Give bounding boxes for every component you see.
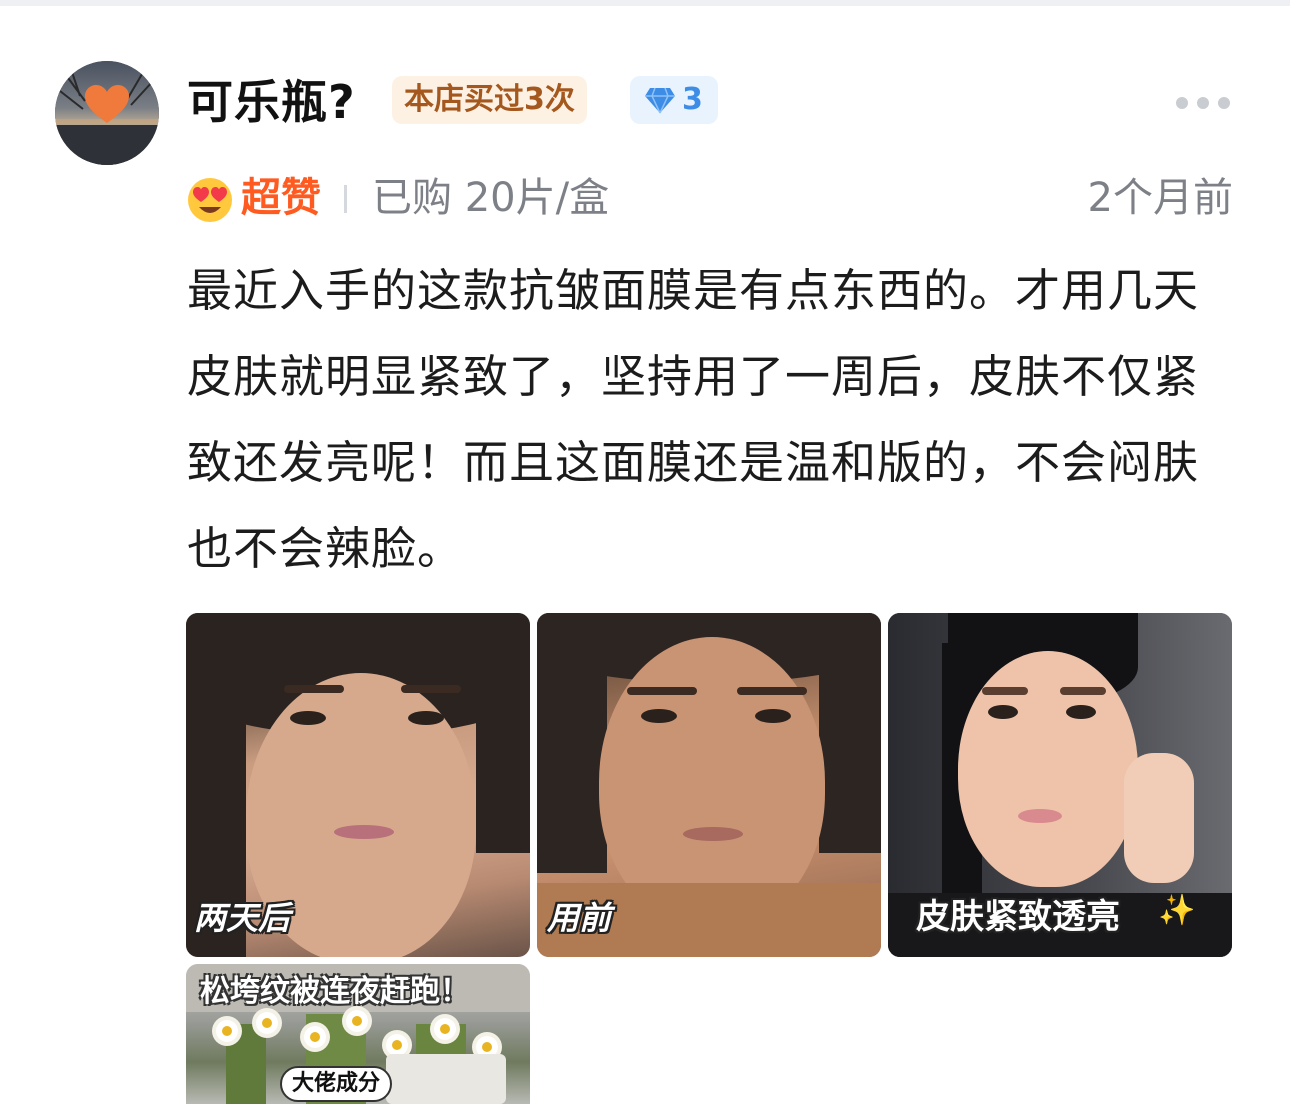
review-text: 最近入手的这款抗皱面膜是有点东西的。才用几天皮肤就明显紧致了，坚持用了一周后，皮… [187,264,1200,575]
photo-tag: 大佬成分 [280,1066,393,1102]
dot-icon [1197,97,1209,109]
top-divider [0,0,1290,6]
user-level-value: 3 [682,82,703,117]
sparkle-icon: ✨ [1158,893,1196,928]
photo-title: 松垮纹被连夜赶跑！ [200,974,470,1009]
rating-label: 超赞 [241,175,321,221]
dot-icon [1176,97,1188,109]
username[interactable]: 可乐瓶? [187,76,356,128]
more-options-button[interactable] [1176,95,1232,111]
review-time: 2个月前 [1087,175,1233,221]
photo-caption: 用前 [547,899,612,937]
review-photo[interactable]: 两天后 [186,613,530,957]
diamond-icon [645,87,675,114]
divider [344,185,347,213]
heart-eyes-emoji-icon [188,178,232,222]
dot-icon [1218,97,1230,109]
user-level-badge: 3 [630,76,718,124]
purchased-spec: 已购 20片/盒 [372,175,610,221]
photo-caption: 皮肤紧致透亮 [916,897,1120,937]
photo-caption: 两天后 [194,899,291,937]
heart-icon [85,85,129,123]
review-photo[interactable]: 松垮纹被连夜赶跑！ 大佬成分 [186,964,530,1104]
repeat-buyer-badge: 本店买过3次 [392,76,587,124]
avatar[interactable] [55,61,159,165]
review-photo[interactable]: 皮肤紧致透亮 ✨ [888,613,1232,957]
review-photo[interactable]: 用前 [537,613,881,957]
